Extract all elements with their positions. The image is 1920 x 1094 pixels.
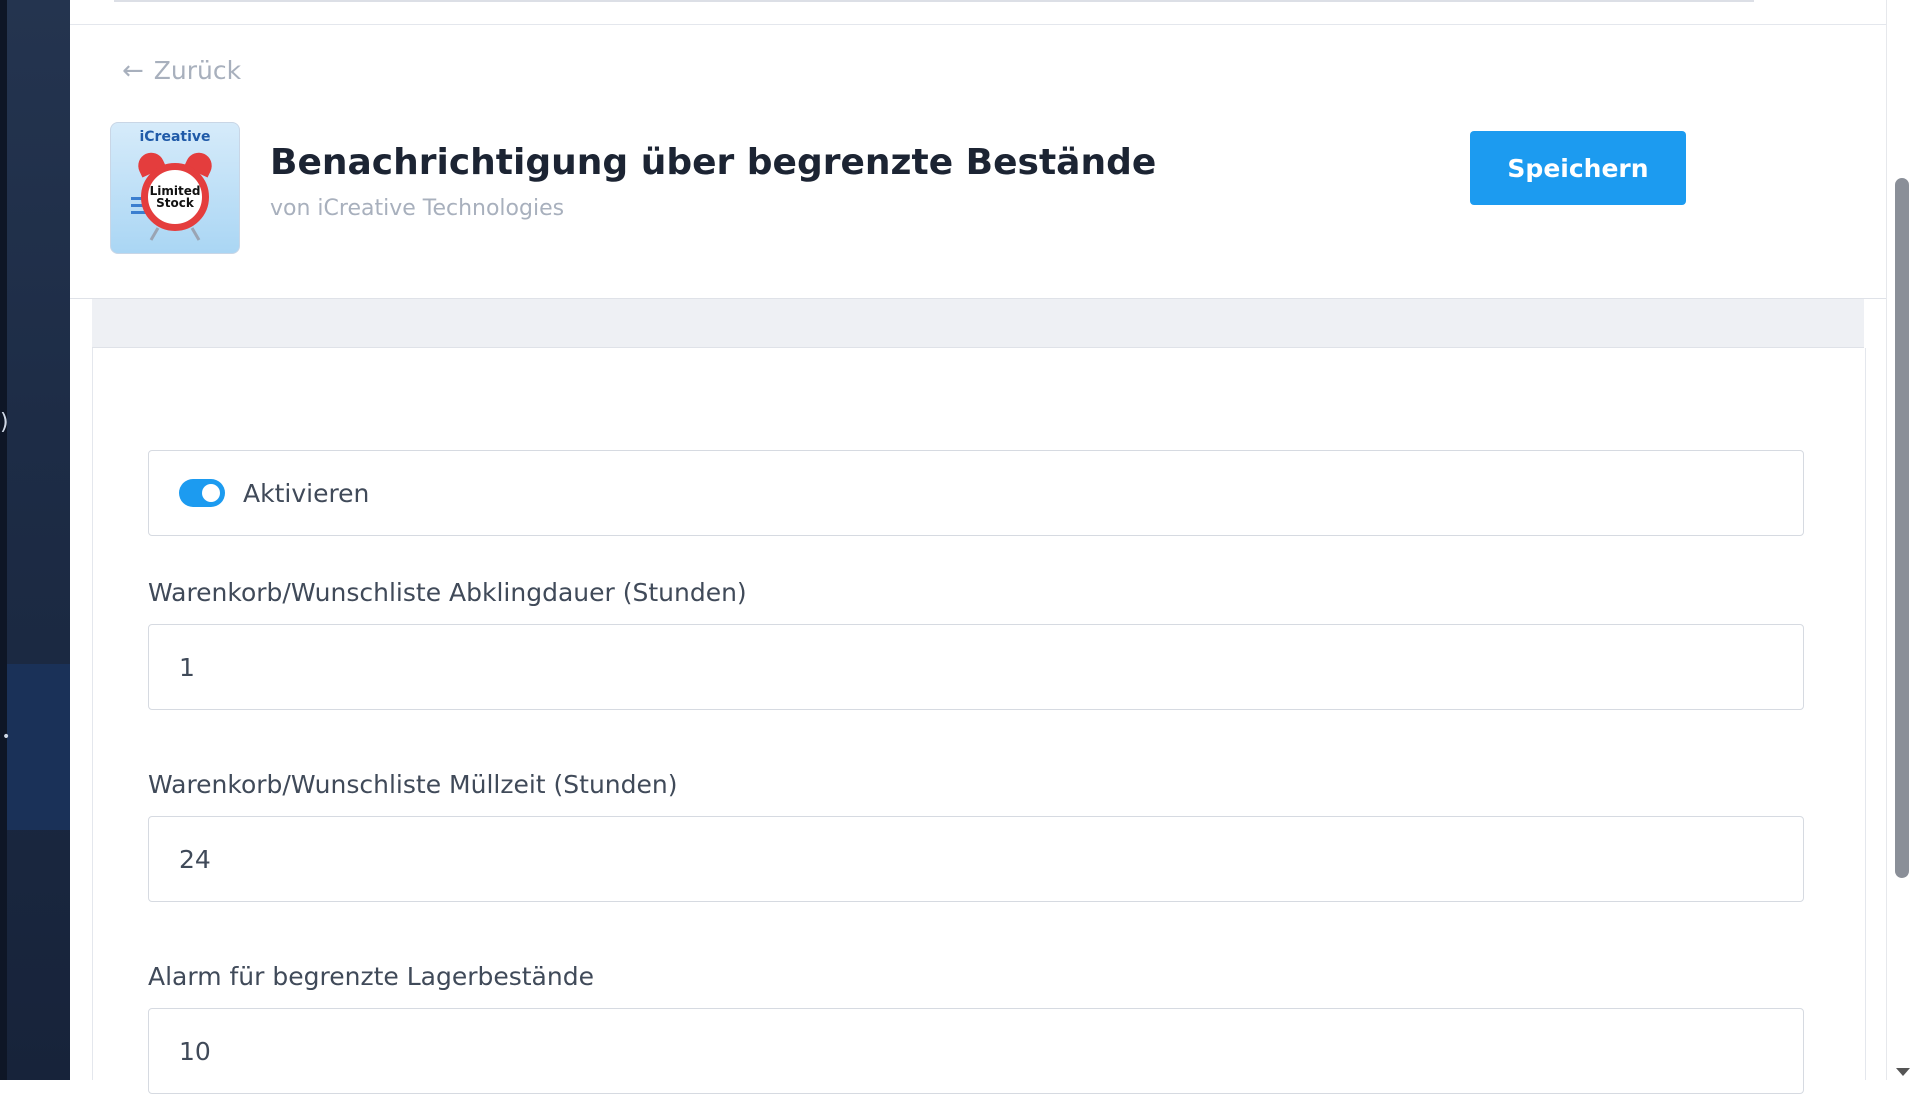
sidebar-edge — [0, 0, 7, 1080]
cooldown-input[interactable] — [148, 624, 1804, 710]
cooldown-label: Warenkorb/Wunschliste Abklingdauer (Stun… — [148, 578, 747, 607]
scroll-down-icon[interactable] — [1896, 1068, 1910, 1076]
enable-toggle-row: Aktivieren — [148, 450, 1804, 536]
sidebar: ) • — [0, 0, 70, 1080]
stock-alarm-input[interactable] — [148, 1008, 1804, 1094]
app-icon: iCreative Limited Stock — [110, 122, 240, 254]
top-rule — [114, 0, 1754, 2]
page-title: Benachrichtigung über begrenzte Bestände — [270, 142, 1157, 183]
sidebar-collapse-icon[interactable]: ) — [0, 412, 9, 434]
trash-time-input[interactable] — [148, 816, 1804, 902]
back-label: Zurück — [153, 56, 242, 85]
alarm-clock-icon: Limited Stock — [141, 163, 209, 231]
app-icon-brand: iCreative — [139, 129, 211, 145]
section-band — [92, 299, 1864, 348]
scrollbar-thumb[interactable] — [1895, 178, 1909, 878]
sidebar-item-active[interactable] — [7, 664, 70, 830]
top-divider — [70, 24, 1886, 25]
trash-time-label: Warenkorb/Wunschliste Müllzeit (Stunden) — [148, 770, 678, 799]
app-icon-badge: Limited Stock — [149, 184, 201, 210]
sidebar-bullet-icon: • — [2, 729, 11, 745]
arrow-left-icon: ← — [122, 55, 144, 86]
back-link[interactable]: ← Zurück — [122, 56, 241, 85]
app-vendor: von iCreative Technologies — [270, 196, 565, 221]
scrollbar[interactable] — [1886, 0, 1920, 1080]
enable-toggle[interactable] — [179, 479, 225, 507]
main-content: ← Zurück iCreative Limited Stock Benachr… — [70, 0, 1886, 1094]
stock-alarm-label: Alarm für begrenzte Lagerbestände — [148, 962, 594, 991]
clock-leg-left — [149, 227, 160, 241]
toggle-knob — [202, 484, 220, 502]
clock-leg-right — [190, 227, 201, 241]
enable-toggle-label: Aktivieren — [243, 478, 370, 508]
save-button[interactable]: Speichern — [1470, 131, 1686, 205]
